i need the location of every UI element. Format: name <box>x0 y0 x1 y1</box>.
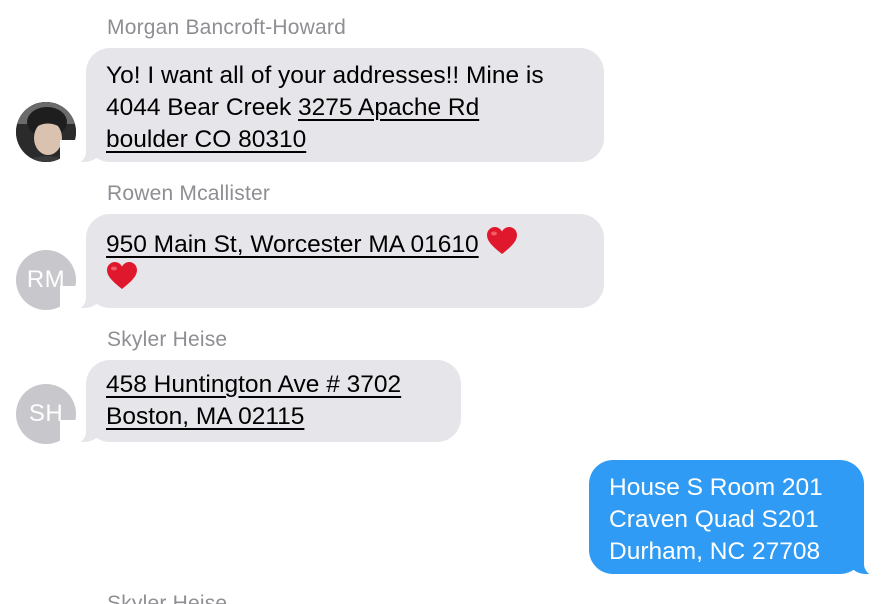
message-text-line: Durham, NC 27708 <box>609 538 821 565</box>
message-thread: Morgan Bancroft-Howard Yo! I want all of… <box>0 0 882 604</box>
address-link[interactable]: 3275 Apache Rd <box>298 94 479 121</box>
address-link[interactable]: 950 Main St, Worcester MA 01610 <box>106 231 479 258</box>
message-text: House S Room 201 Craven Quad S201 Durham, … <box>609 472 844 568</box>
sender-name: Rowen Mcallister <box>107 182 271 205</box>
message-bubble-incoming[interactable]: 458 Huntington Ave # 3702 Boston, MA 0211… <box>60 360 461 444</box>
message-bubble-outgoing[interactable]: House S Room 201 Craven Quad S201 Durham, … <box>589 460 882 576</box>
avatar-initials: SH <box>28 400 64 427</box>
address-link[interactable]: Boston, MA 02115 <box>106 403 304 430</box>
message-text-line: Craven Quad S201 <box>609 506 819 533</box>
message-bubble-incoming[interactable]: 950 Main St, Worcester MA 01610 <box>60 214 604 310</box>
address-link[interactable]: boulder CO 80310 <box>106 126 306 153</box>
message-text: 458 Huntington Ave # 3702 Boston, MA 0211… <box>106 369 441 433</box>
sender-name: Skyler Heise <box>107 328 228 351</box>
sender-name: Skyler Heise <box>107 592 228 604</box>
message-bubble-incoming[interactable]: Yo! I want all of your addresses!! Mine … <box>60 48 604 164</box>
sender-name: Morgan Bancroft-Howard <box>107 16 346 39</box>
heart-emoji-icon <box>107 262 137 289</box>
message-text-line: House S Room 201 <box>609 474 823 501</box>
message-text: 950 Main St, Worcester MA 01610 <box>106 226 584 296</box>
heart-emoji-icon <box>486 227 517 254</box>
message-text: Yo! I want all of your addresses!! Mine … <box>106 60 584 156</box>
address-link[interactable]: 458 Huntington Ave # 3702 <box>106 371 401 398</box>
